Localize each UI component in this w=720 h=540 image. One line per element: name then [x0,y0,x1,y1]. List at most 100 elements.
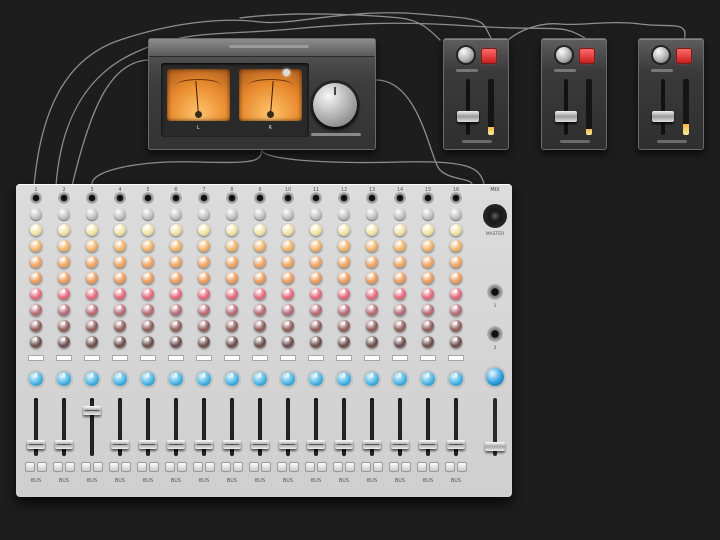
channel-fader-cap[interactable] [167,439,185,449]
gain-knob[interactable] [422,208,434,220]
eq-knob[interactable] [58,240,70,252]
eq-knob[interactable] [30,320,42,332]
eq-knob[interactable] [86,224,98,236]
channel-fader-cap[interactable] [279,439,297,449]
eq-knob[interactable] [394,304,406,316]
output-jack-1[interactable] [487,284,503,300]
eq-knob[interactable] [170,288,182,300]
channel-fader-cap[interactable] [307,439,325,449]
input-jack[interactable] [366,192,378,204]
eq-knob[interactable] [394,336,406,348]
pan-knob[interactable] [85,372,99,386]
eq-knob[interactable] [198,336,210,348]
eq-knob[interactable] [198,256,210,268]
eq-knob[interactable] [198,320,210,332]
pan-knob[interactable] [57,372,71,386]
eq-knob[interactable] [310,240,322,252]
mute-button[interactable] [193,462,203,472]
output-knob[interactable] [313,83,357,127]
master-pan-knob[interactable] [486,368,504,386]
gain-knob[interactable] [30,208,42,220]
eq-knob[interactable] [86,272,98,284]
eq-knob[interactable] [114,320,126,332]
channel-fader-cap[interactable] [55,439,73,449]
gain-knob[interactable] [310,208,322,220]
mute-button[interactable] [221,462,231,472]
eq-knob[interactable] [86,288,98,300]
eq-knob[interactable] [450,336,462,348]
eq-knob[interactable] [226,320,238,332]
gain-knob[interactable] [338,208,350,220]
eq-knob[interactable] [226,256,238,268]
mute-button[interactable] [361,462,371,472]
input-jack[interactable] [422,192,434,204]
eq-knob[interactable] [114,224,126,236]
mute-button[interactable] [389,462,399,472]
eq-knob[interactable] [450,272,462,284]
gain-knob[interactable] [450,208,462,220]
eq-knob[interactable] [450,288,462,300]
eq-knob[interactable] [86,256,98,268]
input-jack[interactable] [142,192,154,204]
eq-knob[interactable] [366,336,378,348]
eq-knob[interactable] [422,256,434,268]
eq-knob[interactable] [338,256,350,268]
gain-knob[interactable] [366,208,378,220]
pan-knob[interactable] [253,372,267,386]
input-jack[interactable] [450,192,462,204]
input-jack[interactable] [254,192,266,204]
eq-knob[interactable] [30,304,42,316]
eq-knob[interactable] [394,240,406,252]
pan-knob[interactable] [393,372,407,386]
channel-fader-cap[interactable] [335,439,353,449]
eq-knob[interactable] [450,224,462,236]
mute-button[interactable] [81,462,91,472]
eq-knob[interactable] [114,336,126,348]
master-knob[interactable] [483,204,507,228]
solo-button[interactable] [373,462,383,472]
mute-button[interactable] [109,462,119,472]
eq-knob[interactable] [310,256,322,268]
pan-knob[interactable] [225,372,239,386]
eq-knob[interactable] [226,224,238,236]
channel-fader-cap[interactable] [251,439,269,449]
eq-knob[interactable] [86,304,98,316]
gain-knob[interactable] [198,208,210,220]
solo-button[interactable] [261,462,271,472]
eq-knob[interactable] [310,304,322,316]
channel-fader-cap[interactable] [139,439,157,449]
solo-button[interactable] [457,462,467,472]
channel-fader-cap[interactable] [83,405,101,415]
channel-fader-cap[interactable] [419,439,437,449]
eq-knob[interactable] [422,304,434,316]
eq-knob[interactable] [422,272,434,284]
eq-knob[interactable] [450,320,462,332]
eq-knob[interactable] [338,336,350,348]
eq-knob[interactable] [366,304,378,316]
eq-knob[interactable] [142,256,154,268]
output-jack-2[interactable] [487,326,503,342]
eq-knob[interactable] [226,272,238,284]
pan-knob[interactable] [197,372,211,386]
eq-knob[interactable] [142,272,154,284]
eq-knob[interactable] [450,304,462,316]
pan-knob[interactable] [29,372,43,386]
eq-knob[interactable] [30,224,42,236]
pan-knob[interactable] [169,372,183,386]
gain-knob[interactable] [142,208,154,220]
eq-knob[interactable] [114,256,126,268]
eq-knob[interactable] [142,288,154,300]
eq-knob[interactable] [254,320,266,332]
channel-fader-cap[interactable] [111,439,129,449]
gain-knob[interactable] [170,208,182,220]
pan-knob[interactable] [309,372,323,386]
eq-knob[interactable] [198,240,210,252]
mute-button[interactable] [333,462,343,472]
input-jack[interactable] [86,192,98,204]
mute-button[interactable] [25,462,35,472]
eq-knob[interactable] [170,320,182,332]
eq-knob[interactable] [30,336,42,348]
eq-knob[interactable] [170,304,182,316]
input-jack[interactable] [338,192,350,204]
eq-knob[interactable] [226,304,238,316]
